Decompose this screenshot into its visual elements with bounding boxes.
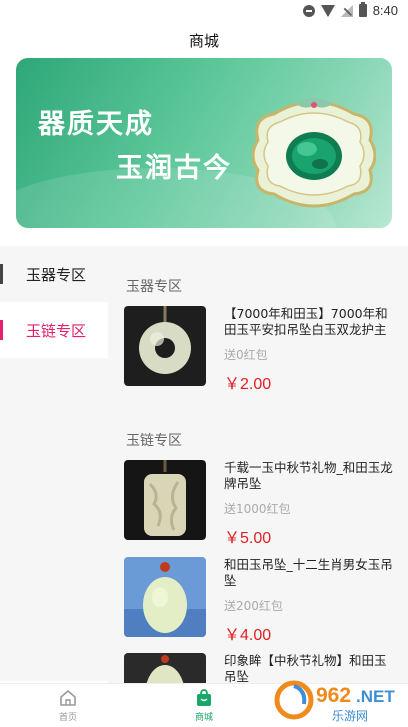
product-image (124, 460, 206, 540)
product-list[interactable]: 玉器专区 【7000年和田玉】7000年和田玉平安扣吊坠白玉双龙护主 送0红包 … (108, 246, 408, 683)
jade-pendant-image (251, 94, 377, 212)
page-title: 商城 (188, 31, 219, 50)
product-name: 和田玉吊坠_十二生肖男女玉吊坠 (224, 557, 393, 588)
product-card[interactable]: 【7000年和田玉】7000年和田玉平安扣吊坠白玉双龙护主 送0红包 ￥2.00 (124, 306, 396, 393)
status-time: 8:40 (372, 3, 398, 18)
product-image (124, 653, 206, 683)
product-price: ￥2.00 (224, 376, 272, 393)
product-bonus: 送200红包 (224, 599, 283, 613)
svg-text:962: 962 (316, 684, 351, 707)
product-name: 千载一玉中秋节礼物_和田玉龙牌吊坠 (224, 460, 393, 491)
home-icon (60, 690, 76, 706)
category-sidebar: 玉器专区 玉链专区 (0, 246, 108, 681)
svg-text:.NET: .NET (356, 687, 395, 706)
site-watermark-logo: 962 .NET 乐游网 (272, 676, 404, 724)
do-not-disturb-icon (302, 4, 315, 17)
product-image (124, 306, 206, 386)
product-card[interactable]: 和田玉吊坠_十二生肖男女玉吊坠 送200红包 ￥4.00 (124, 557, 396, 644)
category-item-jade-ware[interactable]: 玉器专区 (0, 246, 108, 302)
svg-text:乐游网: 乐游网 (332, 709, 368, 723)
nav-mall-label: 商城 (194, 713, 213, 723)
nav-home[interactable]: 首页 (38, 688, 98, 726)
category-item-jade-chain[interactable]: 玉链专区 (0, 302, 108, 358)
product-card[interactable]: 千载一玉中秋节礼物_和田玉龙牌吊坠 送1000红包 ￥5.00 (124, 460, 396, 547)
promo-banner[interactable]: 器质天成 玉润古今 (16, 58, 392, 228)
banner-headline-1: 器质天成 (38, 109, 154, 140)
bag-icon (197, 689, 211, 706)
nav-home-label: 首页 (58, 713, 77, 723)
section-title: 玉器专区 (126, 279, 182, 295)
product-price: ￥5.00 (224, 530, 272, 547)
signal-icon (340, 4, 353, 17)
wifi-icon (320, 4, 335, 17)
category-label: 玉链专区 (26, 321, 87, 340)
header: 商城 (0, 24, 408, 56)
category-indicator (0, 264, 3, 284)
product-bonus: 送0红包 (224, 348, 268, 362)
product-bonus: 送1000红包 (224, 502, 291, 516)
product-image (124, 557, 206, 637)
status-icons: 8:40 (302, 2, 398, 18)
battery-icon (358, 2, 367, 17)
nav-mall[interactable]: 商城 (174, 688, 234, 726)
product-name: 【7000年和田玉】7000年和田玉平安扣吊坠白玉双龙护主 (224, 306, 388, 337)
banner-headline-2: 玉润古今 (116, 153, 232, 184)
section-title: 玉链专区 (126, 433, 182, 449)
category-indicator-active (0, 320, 3, 340)
status-bar: 8:40 (0, 0, 408, 24)
category-label: 玉器专区 (26, 265, 87, 284)
product-price: ￥4.00 (224, 627, 272, 644)
